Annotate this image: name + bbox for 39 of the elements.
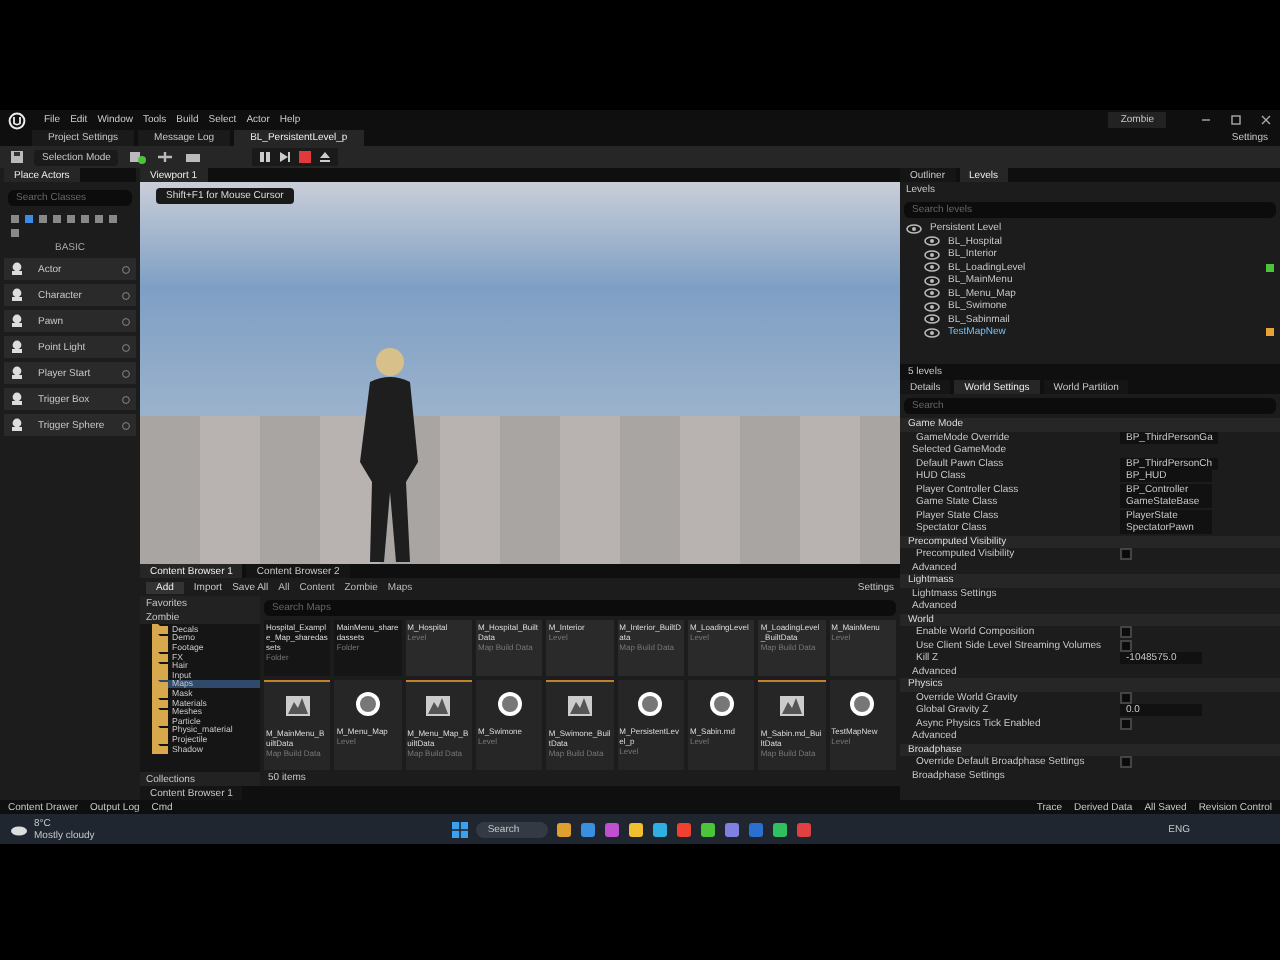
actor-icon <box>10 262 24 276</box>
start-icon[interactable] <box>451 821 468 837</box>
actor-icon <box>10 340 24 354</box>
sphere-icon <box>707 689 736 717</box>
pause-icon[interactable] <box>258 150 273 164</box>
sphere-icon <box>495 689 524 717</box>
actor-icon <box>10 314 24 328</box>
close-icon[interactable] <box>1260 114 1272 126</box>
sphere-icon <box>848 689 877 717</box>
step-icon[interactable] <box>278 150 293 164</box>
checkbox[interactable] <box>1120 756 1132 769</box>
actor-icon <box>10 288 24 302</box>
help-icon <box>122 369 130 377</box>
save-icon[interactable] <box>10 150 24 164</box>
help-icon <box>122 317 130 325</box>
minimize-icon[interactable] <box>1200 114 1212 126</box>
checkbox[interactable] <box>1120 717 1132 730</box>
checkbox[interactable] <box>1120 548 1132 561</box>
chart-icon <box>424 691 453 719</box>
stop-icon[interactable] <box>298 150 313 164</box>
checkbox[interactable] <box>1120 626 1132 639</box>
chart-icon <box>283 691 312 719</box>
actor-icon <box>10 392 24 406</box>
cloud-icon <box>10 823 28 835</box>
help-icon <box>122 291 130 299</box>
chart-icon <box>565 691 594 719</box>
chart-icon <box>777 691 806 719</box>
maximize-icon[interactable] <box>1230 114 1242 126</box>
eject-icon[interactable] <box>318 150 333 164</box>
sphere-icon <box>636 689 665 717</box>
actor-icon <box>10 366 24 380</box>
add-actor-icon[interactable] <box>128 150 147 164</box>
help-icon <box>122 343 130 351</box>
help-icon <box>122 421 130 429</box>
actor-icon <box>10 418 24 432</box>
help-icon <box>122 265 130 273</box>
help-icon <box>122 395 130 403</box>
sphere-icon <box>353 689 382 717</box>
checkbox[interactable] <box>1120 639 1132 652</box>
